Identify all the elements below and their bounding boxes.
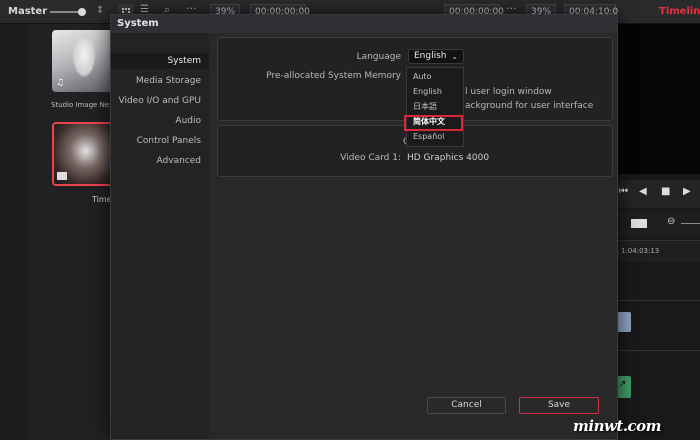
zoom-out-icon[interactable]: ⊖ [667, 216, 675, 227]
background-ui-text: ackground for user interface [465, 101, 594, 111]
nav-video-io-gpu[interactable]: Video I/O and GPU [111, 93, 202, 109]
login-window-text: l user login window [465, 87, 552, 97]
option-english[interactable]: English [407, 85, 463, 99]
audio-wave-icon: ↗ [618, 379, 627, 390]
track-divider [617, 300, 700, 301]
viewer [617, 24, 700, 174]
nav-system[interactable]: System [111, 53, 209, 69]
video-card-label: Video Card 1: [340, 153, 401, 163]
project-label: Master [8, 6, 48, 17]
language-dropdown: Auto English 日本語 简体中文 Español [406, 67, 464, 147]
language-value: English [414, 51, 447, 61]
music-note-icon: ♫ [56, 78, 65, 88]
timeline-clip-icon [57, 172, 67, 180]
option-auto[interactable]: Auto [407, 70, 463, 84]
nav-audio[interactable]: Audio [111, 113, 201, 129]
nav-media-storage[interactable]: Media Storage [111, 73, 201, 89]
clip-thumbnail-2[interactable] [52, 122, 114, 186]
chevron-down-icon: ⌄ [451, 52, 458, 61]
selection-highlight [404, 115, 463, 131]
media-pool: ♫ Studio Image Nex Timel [28, 24, 118, 440]
stop-icon[interactable]: ■ [661, 186, 670, 197]
dialog-title: System [111, 15, 617, 33]
memory-label: Pre-allocated System Memory [266, 71, 401, 81]
timeline-ruler: 1:04:03:13 [617, 240, 700, 262]
volume-slider-knob[interactable] [78, 8, 86, 16]
system-dialog: System System Media Storage Video I/O an… [110, 14, 618, 440]
reverse-icon[interactable]: ◀ [639, 186, 647, 197]
track-divider [617, 350, 700, 351]
nav-advanced[interactable]: Advanced [111, 153, 201, 169]
video-card-value: HD Graphics 4000 [407, 153, 490, 163]
transport-controls: ⏮ ◀ ■ ▶ [617, 180, 700, 208]
nav-control-panels[interactable]: Control Panels [111, 133, 201, 149]
stepper-icon[interactable]: ⇕ [96, 5, 104, 16]
language-select[interactable]: English ⌄ [408, 49, 464, 64]
watermark: minwt.com [573, 417, 662, 435]
skip-back-icon[interactable]: ⏮ [619, 186, 628, 197]
zoom-slider[interactable] [681, 223, 700, 224]
settings-nav: System Media Storage Video I/O and GPU A… [111, 33, 209, 439]
option-japanese[interactable]: 日本語 [407, 100, 463, 114]
volume-slider[interactable] [50, 11, 80, 13]
play-icon[interactable]: ▶ [683, 186, 691, 197]
clip-view-icon[interactable] [631, 219, 647, 228]
clip-thumbnail-1[interactable]: ♫ [52, 30, 114, 92]
clip-label-1: Studio Image Nex [51, 101, 114, 109]
language-label: Language [356, 52, 401, 62]
ruler-timecode: 1:04:03:13 [621, 247, 660, 255]
timeline-toolbar: ⊖ [617, 212, 700, 236]
timeline-label: Timeline [659, 6, 700, 17]
option-spanish[interactable]: Español [407, 130, 463, 144]
save-button[interactable]: Save [519, 397, 599, 414]
cancel-button[interactable]: Cancel [427, 397, 506, 414]
